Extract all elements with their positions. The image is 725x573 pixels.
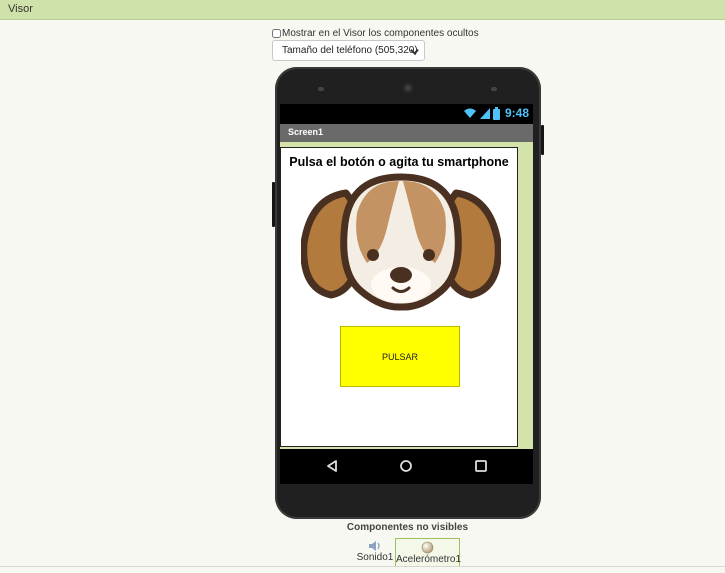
show-hidden-label: Mostrar en el Visor los componentes ocul… <box>282 28 479 39</box>
viewer-title: Visor <box>8 3 33 15</box>
nonvisible-item-label: Acelerómetro1 <box>396 554 462 565</box>
show-hidden-components-toggle[interactable]: Mostrar en el Visor los componentes ocul… <box>272 28 479 39</box>
app-canvas: Pulsa el botón o agita tu smartphone PUL… <box>280 147 518 447</box>
nonvisible-item-sonido[interactable]: Sonido1 <box>356 538 394 567</box>
chevron-down-icon <box>410 49 419 55</box>
speaker-icon <box>369 541 380 551</box>
viewer-header: Visor <box>0 0 725 20</box>
show-hidden-checkbox[interactable] <box>272 29 281 38</box>
phone-size-value: Tamaño del teléfono (505,320) <box>282 45 418 56</box>
phone-sensor <box>318 87 324 91</box>
signal-icon <box>479 108 490 119</box>
status-bar: 9:48 <box>280 104 533 124</box>
push-button[interactable]: PULSAR <box>340 326 460 387</box>
battery-icon <box>492 106 500 120</box>
bottom-divider <box>0 566 725 567</box>
instruction-label[interactable]: Pulsa el botón o agita tu smartphone <box>281 155 517 169</box>
screen-title-bar: Screen1 <box>280 124 533 142</box>
back-icon[interactable] <box>325 459 339 473</box>
navigation-bar <box>280 449 533 484</box>
recent-apps-icon[interactable] <box>474 459 488 473</box>
app-content: Pulsa el botón o agita tu smartphone PUL… <box>280 142 533 449</box>
nonvisible-components-title: Componentes no visibles <box>346 522 469 533</box>
phone-camera <box>403 83 413 93</box>
phone-screen: 9:48 Screen1 Pulsa el botón o agita tu s… <box>280 104 533 484</box>
phone-mockup: 9:48 Screen1 Pulsa el botón o agita tu s… <box>272 67 544 519</box>
status-time: 9:48 <box>504 106 529 120</box>
screen-title: Screen1 <box>288 127 324 137</box>
phone-power-button <box>541 125 544 155</box>
phone-size-select[interactable]: Tamaño del teléfono (505,320) <box>272 40 425 61</box>
phone-sensor-right <box>491 87 497 91</box>
nonvisible-item-label: Sonido1 <box>356 552 394 563</box>
phone-volume-button <box>272 182 275 227</box>
wifi-icon <box>463 108 476 118</box>
home-icon[interactable] <box>399 459 413 473</box>
accelerometer-icon <box>421 541 434 554</box>
dog-face-image[interactable] <box>301 173 501 311</box>
nonvisible-item-acelerometro[interactable]: Acelerómetro1 <box>395 538 462 567</box>
